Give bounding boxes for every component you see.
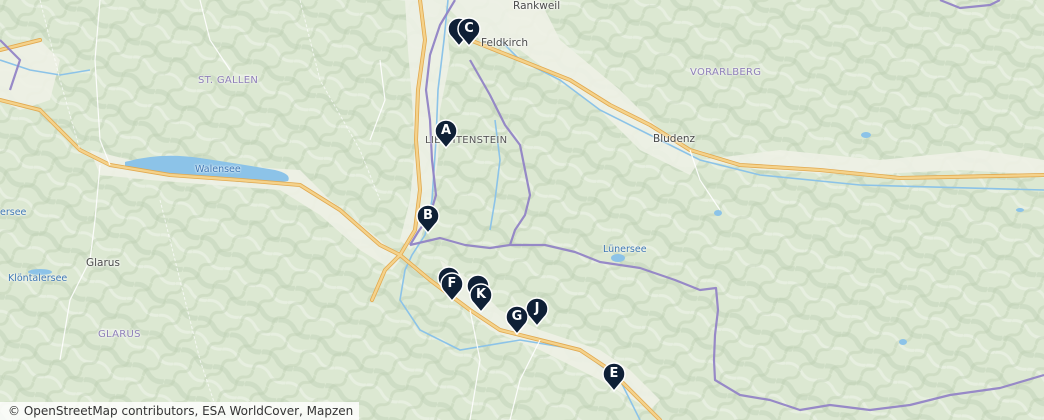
label-ersee: ersee — [0, 207, 27, 218]
label-walensee: Walensee — [195, 164, 241, 175]
marker-label: C — [464, 21, 474, 36]
marker-label: F — [447, 276, 457, 291]
terrain-relief-fine — [0, 0, 1044, 420]
marker-label: A — [440, 123, 452, 138]
marker-label: E — [609, 366, 619, 381]
lake-small-4 — [1016, 208, 1024, 212]
label-lunersee: Lünersee — [603, 244, 647, 255]
marker-label: B — [423, 208, 433, 223]
lake-small-3 — [899, 339, 907, 345]
map-marker-k[interactable]: K — [469, 283, 493, 313]
marker-label: K — [475, 287, 487, 302]
label-vorarlberg: VORARLBERG — [690, 67, 762, 78]
label-rankweil: Rankweil — [513, 0, 561, 12]
marker-label: G — [511, 309, 523, 324]
lake-small-1 — [714, 210, 722, 216]
map-marker-c[interactable]: C — [457, 17, 481, 47]
map-canvas[interactable] — [0, 0, 1044, 420]
map-marker-f[interactable]: F — [440, 272, 464, 302]
label-glarus-region: GLARUS — [98, 329, 141, 340]
map-marker-e[interactable]: E — [602, 362, 626, 392]
label-feldkirch: Feldkirch — [481, 37, 529, 49]
label-st-gallen: ST. GALLEN — [198, 75, 259, 86]
map-marker-a[interactable]: A — [434, 119, 458, 149]
map-marker-b[interactable]: B — [416, 204, 440, 234]
lake-small-2 — [861, 132, 871, 138]
map-attribution[interactable]: © OpenStreetMap contributors, ESA WorldC… — [0, 402, 360, 420]
map-marker-g[interactable]: G — [505, 305, 529, 335]
label-bludenz: Bludenz — [653, 133, 696, 145]
label-glarus: Glarus — [86, 257, 120, 269]
lake-lunersee — [611, 254, 625, 262]
label-klontalersee: Klöntalersee — [8, 273, 68, 284]
